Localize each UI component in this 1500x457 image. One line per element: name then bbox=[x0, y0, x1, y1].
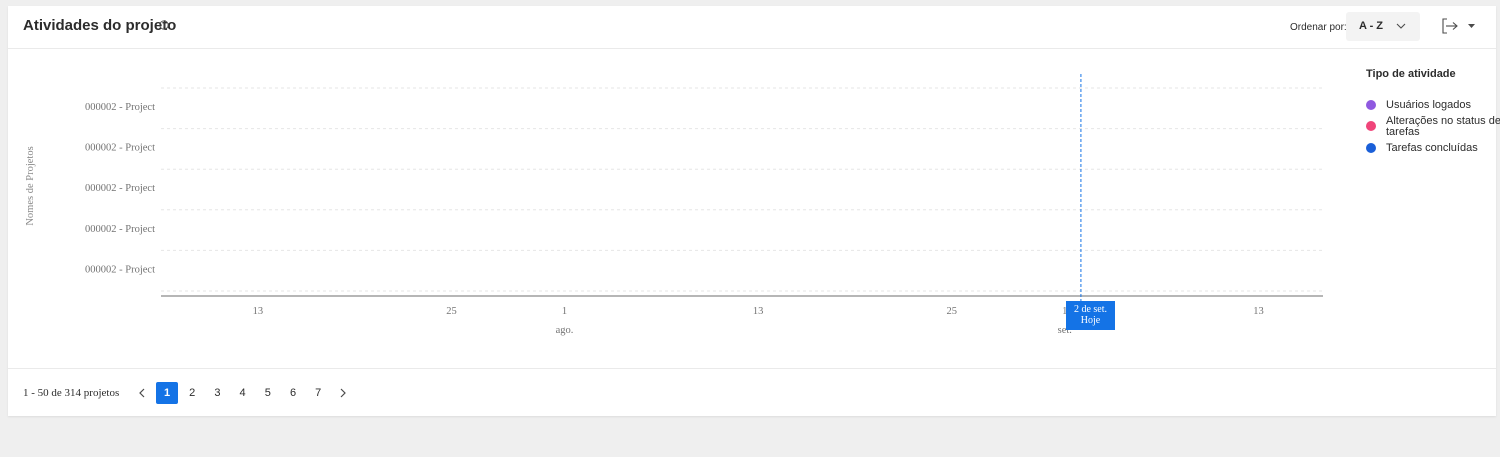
legend-label: Tarefas concluídas bbox=[1386, 142, 1478, 154]
page-button-6[interactable]: 6 bbox=[282, 382, 304, 404]
prev-page-button[interactable] bbox=[131, 382, 153, 404]
next-page-button[interactable] bbox=[332, 382, 354, 404]
legend-title: Tipo de atividade bbox=[1366, 68, 1456, 80]
page-button-5[interactable]: 5 bbox=[257, 382, 279, 404]
page-button-2[interactable]: 2 bbox=[181, 382, 203, 404]
legend-label: Usuários logados bbox=[1386, 99, 1471, 111]
row-label: 000002 - Project bbox=[85, 143, 155, 154]
pagination-range: 1 - 50 de 314 projetos bbox=[23, 387, 120, 399]
legend-color-dot bbox=[1366, 143, 1376, 153]
project-activity-card: Atividades do projeto Ordenar por: A - Z… bbox=[8, 6, 1500, 416]
row-label: 000002 - Project bbox=[85, 102, 155, 113]
legend-color-dot bbox=[1366, 100, 1376, 110]
y-axis-label: Nomes de Projetos bbox=[25, 146, 36, 225]
page-button-1[interactable]: 1 bbox=[156, 382, 178, 404]
row-label: 000002 - Project bbox=[85, 264, 155, 275]
today-label: Hoje bbox=[1080, 315, 1101, 326]
x-month-label: ago. bbox=[556, 325, 574, 336]
row-label: 000002 - Project bbox=[85, 183, 155, 194]
row-label: 000002 - Project bbox=[85, 224, 155, 235]
footer-divider bbox=[8, 368, 1496, 369]
x-tick-label: 1 bbox=[562, 306, 567, 317]
page-button-3[interactable]: 3 bbox=[206, 382, 228, 404]
today-date-label: 2 de set. bbox=[1073, 304, 1108, 315]
chevron-left-icon bbox=[139, 388, 145, 398]
chevron-right-icon bbox=[340, 388, 347, 398]
today-marker-label: 2 de set. Hoje bbox=[1066, 301, 1115, 330]
legend-label: Alterações no status de tarefas bbox=[1386, 115, 1500, 138]
activity-timeline-chart: 000002 - Project 000002 - Project 000002 -… bbox=[25, 74, 1323, 336]
x-tick-label: 13 bbox=[253, 306, 264, 317]
page-button-7[interactable]: 7 bbox=[307, 382, 329, 404]
page-button-4[interactable]: 4 bbox=[232, 382, 254, 404]
x-tick-label: 25 bbox=[446, 306, 457, 317]
legend-color-dot bbox=[1366, 121, 1376, 131]
x-tick-label: 25 bbox=[947, 306, 958, 317]
x-tick-label: 13 bbox=[1253, 306, 1264, 317]
x-tick-label: 13 bbox=[753, 306, 764, 317]
